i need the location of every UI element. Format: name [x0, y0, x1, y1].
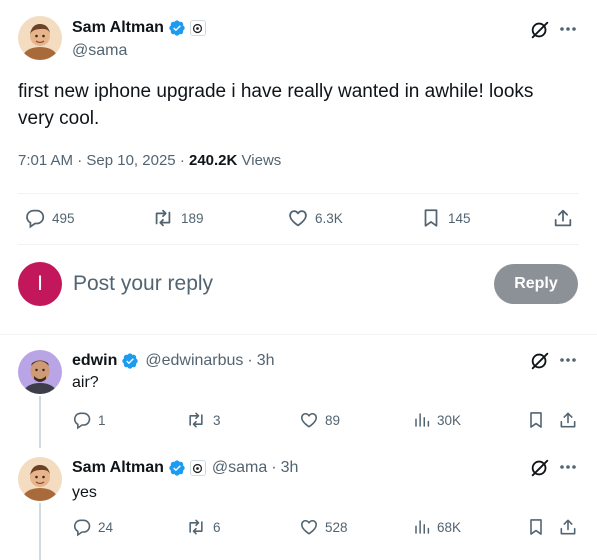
reply-icon — [26, 209, 45, 229]
more-options-icon[interactable] — [558, 356, 578, 364]
composer-avatar-letter: I — [37, 272, 43, 295]
divider — [0, 334, 597, 335]
reply-count: 24 — [98, 519, 114, 535]
share-action[interactable] — [558, 410, 578, 430]
views-action[interactable]: 30K — [413, 410, 461, 430]
bookmark-count: 145 — [448, 210, 471, 226]
author-name-row: Sam Altman — [72, 17, 206, 39]
thread-line — [39, 396, 41, 448]
verified-badge-icon — [168, 19, 186, 37]
grok-icon[interactable] — [529, 350, 551, 372]
share-icon — [560, 412, 576, 428]
share-action[interactable] — [552, 207, 574, 229]
author-avatar[interactable] — [18, 16, 62, 60]
bookmark-action[interactable] — [526, 517, 546, 537]
reply-header: Sam Altman @sama · 3h — [72, 457, 298, 479]
repost-icon — [155, 209, 171, 227]
views-count: 30K — [437, 412, 462, 428]
reply-author-avatar[interactable] — [18, 350, 62, 394]
share-icon — [554, 209, 572, 227]
reply-text: air? — [72, 374, 99, 391]
analytics-icon — [415, 413, 430, 427]
heart-icon — [289, 210, 307, 227]
reply-author-handle[interactable]: @sama — [212, 459, 267, 477]
repost-count: 3 — [213, 412, 221, 428]
like-count: 528 — [325, 519, 348, 535]
repost-icon — [189, 519, 203, 535]
meta-separator: · — [271, 459, 277, 476]
reply-count: 1 — [98, 412, 106, 428]
repost-count: 6 — [213, 519, 221, 535]
heart-icon — [301, 412, 317, 428]
repost-action[interactable]: 189 — [151, 207, 204, 229]
analytics-icon — [415, 520, 430, 534]
author-name[interactable]: Sam Altman — [72, 19, 164, 37]
share-icon — [560, 519, 576, 535]
verified-badge-icon — [168, 459, 186, 477]
reply-input[interactable]: Post your reply — [73, 272, 473, 296]
openai-org-badge-icon[interactable] — [189, 460, 206, 476]
more-options-icon[interactable] — [558, 463, 578, 471]
divider — [18, 244, 579, 245]
reply-text: yes — [72, 484, 97, 501]
reply-icon — [73, 519, 91, 537]
meta-separator: · — [77, 152, 83, 169]
like-action[interactable]: 89 — [299, 410, 340, 430]
reply-button[interactable]: Reply — [494, 264, 578, 304]
views-count: 240.2K — [188, 152, 238, 169]
reply-header: edwin @edwinarbus · 3h — [72, 350, 275, 372]
divider — [18, 193, 579, 194]
views-action[interactable]: 68K — [413, 517, 461, 537]
heart-icon — [301, 519, 317, 535]
like-count: 6.3K — [315, 210, 343, 226]
reply-action[interactable]: 495 — [24, 207, 75, 229]
repost-action[interactable]: 6 — [185, 517, 221, 537]
more-options-icon[interactable] — [558, 25, 578, 33]
reply-age[interactable]: 3h — [257, 352, 275, 370]
repost-action[interactable]: 3 — [185, 410, 221, 430]
grok-icon[interactable] — [529, 19, 551, 41]
reply-action[interactable]: 1 — [72, 410, 106, 430]
openai-org-badge-icon[interactable] — [189, 20, 206, 36]
like-action[interactable]: 6.3K — [287, 207, 343, 229]
composer-avatar[interactable]: I — [18, 262, 62, 306]
reply-action[interactable]: 24 — [72, 517, 113, 537]
meta-separator: · — [179, 152, 185, 169]
tweet-date[interactable]: Sep 10, 2025 — [86, 152, 175, 169]
tweet-text: first new iphone upgrade i have really w… — [18, 81, 534, 129]
views-label: Views — [241, 152, 282, 169]
bookmark-action[interactable]: 145 — [420, 207, 471, 229]
bookmark-icon — [530, 519, 542, 535]
reply-author-avatar[interactable] — [18, 457, 62, 501]
repost-count: 189 — [181, 210, 204, 226]
meta-separator: · — [247, 352, 253, 369]
views-count: 68K — [437, 519, 462, 535]
reply-author-name[interactable]: Sam Altman — [72, 459, 164, 477]
grok-icon[interactable] — [529, 457, 551, 479]
tweet-time[interactable]: 7:01 AM — [18, 152, 73, 169]
reply-icon — [73, 412, 91, 430]
tweet-meta: 7:01 AM · Sep 10, 2025 · 240.2K Views — [18, 152, 281, 169]
reply-count: 495 — [52, 210, 75, 226]
reply-age[interactable]: 3h — [281, 459, 299, 477]
bookmark-icon — [424, 209, 438, 227]
like-count: 89 — [325, 412, 341, 428]
reply-author-name[interactable]: edwin — [72, 352, 117, 370]
verified-badge-icon — [121, 352, 139, 370]
bookmark-action[interactable] — [526, 410, 546, 430]
like-action[interactable]: 528 — [299, 517, 348, 537]
author-handle[interactable]: @sama — [72, 42, 127, 60]
repost-icon — [189, 412, 203, 428]
bookmark-icon — [530, 412, 542, 428]
share-action[interactable] — [558, 517, 578, 537]
thread-line — [39, 503, 41, 560]
reply-author-handle[interactable]: @edwinarbus — [145, 352, 243, 370]
